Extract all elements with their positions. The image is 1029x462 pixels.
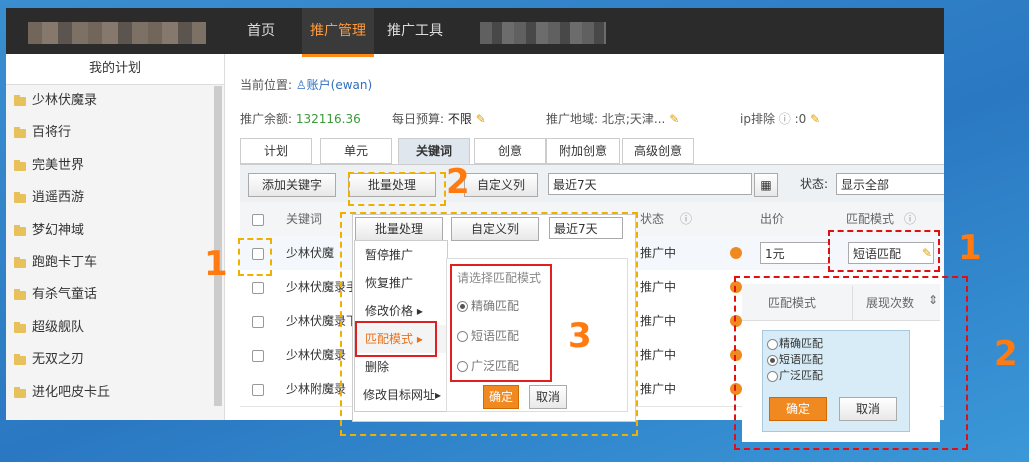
folder-icon bbox=[14, 256, 26, 268]
ip-label: ip排除 bbox=[740, 112, 775, 126]
sidebar-item[interactable]: 超级舰队 bbox=[6, 312, 224, 344]
add-keyword-button[interactable]: 添加关键字 bbox=[248, 173, 336, 197]
folder-icon bbox=[14, 159, 26, 171]
folder-icon bbox=[14, 321, 26, 333]
keyword-toolbar: 添加关键字 批量处理 自定义列 最近7天 ▦ 状态: 显示全部 bbox=[240, 164, 944, 203]
row-checkbox[interactable] bbox=[252, 316, 264, 328]
edit-pencil-icon[interactable]: ✎ bbox=[669, 112, 679, 126]
sidebar-item-label: 逍遥西游 bbox=[32, 190, 85, 206]
highlight-row-checkbox bbox=[238, 238, 272, 276]
sidebar-item-label: 百将行 bbox=[32, 125, 72, 141]
folder-icon bbox=[14, 386, 26, 398]
sidebar-title: 我的计划 bbox=[6, 54, 224, 85]
top-navigation-bar: 首页 推广管理 推广工具 bbox=[6, 8, 944, 57]
nav-home[interactable]: 首页 bbox=[236, 8, 286, 54]
sidebar-item[interactable]: 百将行 bbox=[6, 117, 224, 149]
status-cell: 推广中 bbox=[640, 382, 677, 396]
status-cell: 推广中 bbox=[640, 280, 677, 294]
status-cell: 推广中 bbox=[640, 314, 677, 328]
blurred-nav-item bbox=[480, 22, 606, 44]
date-range-input[interactable]: 最近7天 bbox=[548, 173, 752, 195]
tab-plan[interactable]: 计划 bbox=[240, 138, 312, 164]
sidebar-item-label: 进化吧皮卡丘 bbox=[32, 384, 111, 400]
tab-extra-creative[interactable]: 附加创意 bbox=[546, 138, 620, 164]
header-status: 状态 bbox=[640, 212, 665, 226]
sidebar-item-label: 少林伏魔录 bbox=[32, 93, 98, 108]
annotation-number: 2 bbox=[446, 162, 470, 202]
sidebar-item-label: 梦幻神域 bbox=[32, 222, 85, 238]
folder-icon bbox=[14, 95, 26, 106]
sidebar-item-label: 完美世界 bbox=[32, 157, 85, 173]
sidebar-item[interactable]: 无双之刃 bbox=[6, 344, 224, 376]
row-checkbox[interactable] bbox=[252, 282, 264, 294]
annotation-number: 1 bbox=[204, 244, 228, 284]
sidebar-item[interactable]: 进化吧皮卡丘 bbox=[6, 377, 224, 409]
folder-icon bbox=[14, 192, 26, 204]
sidebar-item[interactable]: 梦幻神域 bbox=[6, 215, 224, 247]
user-icon: ♙ bbox=[295, 78, 307, 92]
sidebar-item-label: 有杀气童话 bbox=[32, 287, 98, 303]
custom-columns-button[interactable]: 自定义列 bbox=[464, 173, 538, 197]
sidebar-item[interactable]: 少林伏魔录 bbox=[6, 85, 224, 117]
sidebar-item-label: 超级舰队 bbox=[32, 319, 85, 335]
balance-label: 推广余额: bbox=[240, 112, 293, 126]
folder-icon bbox=[14, 289, 26, 301]
region-info: 推广地域: 北京;天津... ✎ bbox=[546, 110, 679, 127]
balance-value: 132116.36 bbox=[295, 112, 361, 126]
budget-value: 不限 bbox=[447, 112, 472, 126]
status-cell: 推广中 bbox=[640, 246, 677, 260]
row-checkbox[interactable] bbox=[252, 350, 264, 362]
help-icon[interactable]: ⓘ bbox=[680, 202, 692, 236]
highlight-right-panel bbox=[734, 276, 968, 450]
region-label: 推广地域: bbox=[546, 112, 599, 126]
row-checkbox[interactable] bbox=[252, 384, 264, 396]
tab-creative[interactable]: 创意 bbox=[474, 138, 546, 164]
help-icon[interactable]: ⓘ bbox=[779, 112, 791, 126]
breadcrumb: 当前位置: ♙账户(ewan) bbox=[240, 76, 372, 93]
tab-advanced-creative[interactable]: 高级创意 bbox=[622, 138, 694, 164]
folder-icon bbox=[14, 127, 26, 139]
sidebar-item[interactable]: 逍遥西游 bbox=[6, 182, 224, 214]
sidebar-item-label: 无双之刃 bbox=[32, 352, 85, 368]
tab-unit[interactable]: 单元 bbox=[320, 138, 392, 164]
annotation-number: 2 bbox=[994, 334, 1018, 374]
highlight-batch-button bbox=[348, 172, 446, 206]
highlight-batch-popup bbox=[340, 212, 638, 436]
edit-pencil-icon[interactable]: ✎ bbox=[810, 112, 820, 126]
pause-icon[interactable] bbox=[730, 247, 742, 259]
keyword-cell: 少林伏魔 bbox=[286, 246, 335, 260]
ip-value: :0 bbox=[794, 112, 807, 126]
budget-label: 每日预算: bbox=[392, 112, 445, 126]
sidebar-item[interactable]: 有杀气童话 bbox=[6, 279, 224, 311]
breadcrumb-account-link[interactable]: 账户(ewan) bbox=[307, 78, 373, 92]
status-filter-select[interactable]: 显示全部 bbox=[836, 173, 944, 195]
status-filter-label: 状态: bbox=[800, 177, 829, 191]
folder-icon bbox=[14, 224, 26, 236]
balance-info: 推广余额: 132116.36 bbox=[240, 110, 361, 127]
nav-promotion-tools[interactable]: 推广工具 bbox=[380, 8, 450, 54]
folder-icon bbox=[14, 354, 26, 366]
sidebar-item[interactable]: 完美世界 bbox=[6, 150, 224, 182]
annotation-number: 1 bbox=[958, 228, 982, 268]
select-all-checkbox[interactable] bbox=[252, 214, 264, 226]
calendar-icon[interactable]: ▦ bbox=[754, 173, 778, 197]
ip-exclude-info: ip排除 ⓘ :0 ✎ bbox=[740, 110, 820, 127]
bid-input[interactable]: 1元 bbox=[760, 242, 830, 264]
region-value: 北京;天津... bbox=[601, 112, 666, 126]
edit-pencil-icon[interactable]: ✎ bbox=[476, 112, 486, 126]
header-keyword: 关键词 bbox=[286, 212, 323, 226]
status-cell: 推广中 bbox=[640, 348, 677, 362]
sidebar: 我的计划 少林伏魔录 百将行 完美世界 逍遥西游 梦幻神域 跑跑卡丁车 有杀气童… bbox=[6, 54, 225, 420]
sidebar-item[interactable]: 跑跑卡丁车 bbox=[6, 247, 224, 279]
budget-info: 每日预算: 不限 ✎ bbox=[392, 110, 486, 127]
sidebar-item-label: 跑跑卡丁车 bbox=[32, 254, 98, 270]
blurred-logo bbox=[28, 22, 206, 44]
header-bid: 出价 bbox=[760, 212, 785, 226]
highlight-match-cell bbox=[828, 230, 940, 272]
breadcrumb-prefix: 当前位置: bbox=[240, 78, 293, 92]
tab-keyword[interactable]: 关键词 bbox=[398, 138, 470, 164]
nav-promotion-management[interactable]: 推广管理 bbox=[302, 8, 374, 57]
